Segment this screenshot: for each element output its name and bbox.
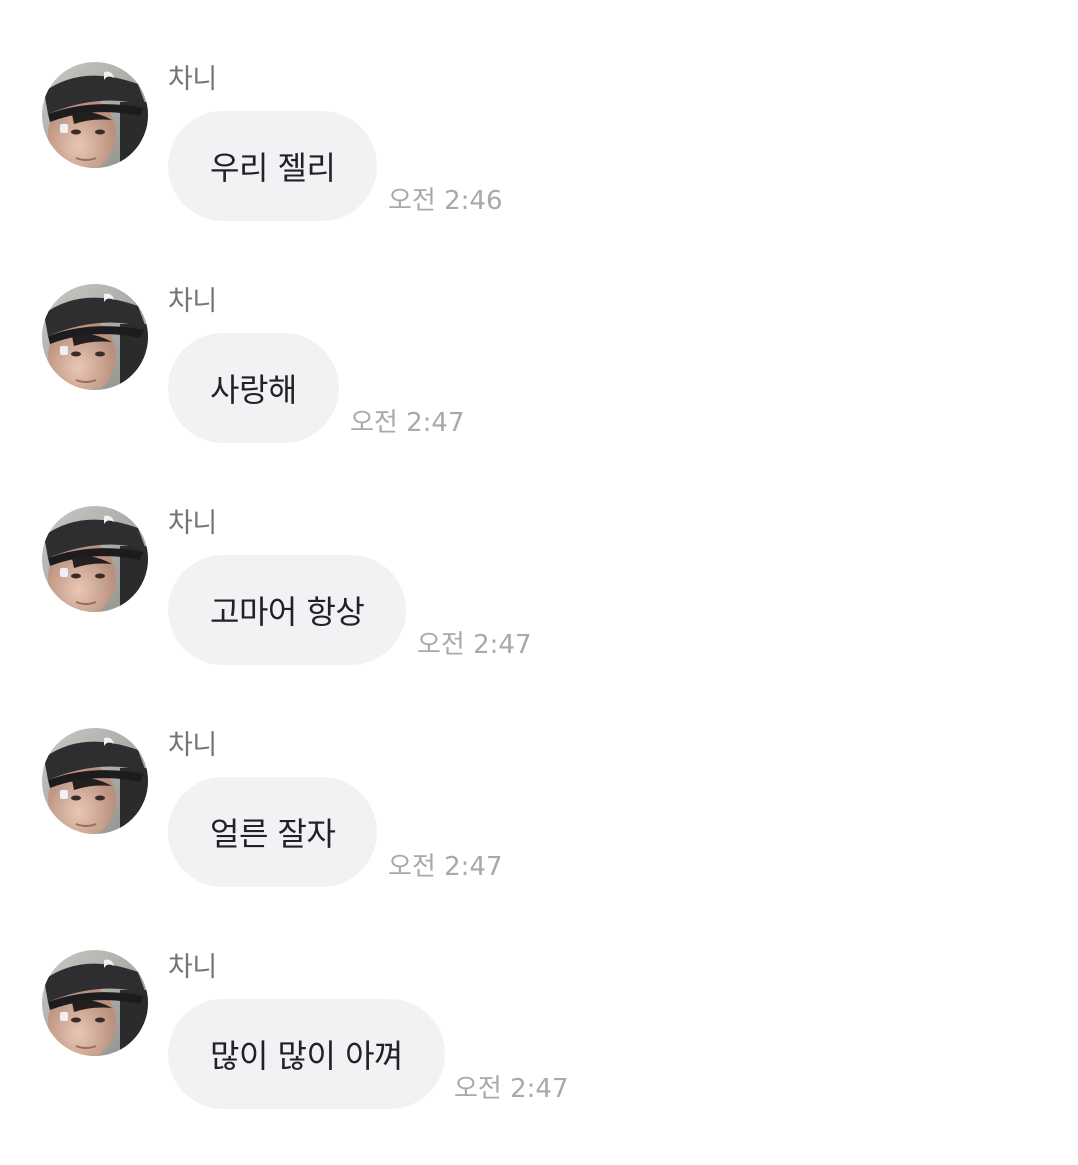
message-group: 차니 사랑해 오전 2:47: [0, 222, 1078, 444]
avatar-image: [42, 728, 148, 834]
sender-name: 차니: [168, 286, 217, 317]
sender-name: 차니: [168, 508, 217, 539]
message-text: 고마어 항상: [210, 593, 365, 631]
message-bubble[interactable]: 고마어 항상: [168, 555, 407, 665]
message-text: 얼른 잘자: [210, 815, 336, 853]
message-bubble[interactable]: 사랑해: [168, 333, 339, 443]
message-text: 사랑해: [210, 371, 297, 409]
avatar-image: [42, 284, 148, 390]
sender-avatar-icon[interactable]: [42, 728, 148, 834]
sender-avatar-icon[interactable]: [42, 506, 148, 612]
sender-name: 차니: [168, 64, 217, 95]
avatar-image: [42, 62, 148, 168]
message-group: 차니 얼른 잘자 오전 2:47: [0, 666, 1078, 888]
message-bubble[interactable]: 많이 많이 아껴: [168, 999, 445, 1109]
message-timestamp: 오전 2:47: [388, 852, 503, 882]
sender-avatar-icon[interactable]: [42, 950, 148, 1056]
chat-thread[interactable]: 차니 우리 젤리 오전 2:46 차니 사랑해 오전 2:47 차니 고마어 항…: [0, 0, 1078, 1165]
message-group: 차니 많이 많이 아껴 오전 2:47: [0, 888, 1078, 1110]
message-group: 차니 고마어 항상 오전 2:47: [0, 444, 1078, 666]
message-text: 많이 많이 아껴: [210, 1037, 403, 1075]
message-timestamp: 오전 2:46: [388, 186, 503, 216]
message-text: 우리 젤리: [210, 149, 336, 187]
message-timestamp: 오전 2:47: [454, 1074, 569, 1104]
message-group: 차니 우리 젤리 오전 2:46: [0, 0, 1078, 222]
sender-name: 차니: [168, 952, 217, 983]
avatar-image: [42, 950, 148, 1056]
sender-avatar-icon[interactable]: [42, 284, 148, 390]
avatar-image: [42, 506, 148, 612]
sender-name: 차니: [168, 730, 217, 761]
message-bubble[interactable]: 얼른 잘자: [168, 777, 378, 887]
sender-avatar-icon[interactable]: [42, 62, 148, 168]
message-timestamp: 오전 2:47: [417, 630, 532, 660]
message-timestamp: 오전 2:47: [350, 408, 465, 438]
message-bubble[interactable]: 우리 젤리: [168, 111, 378, 221]
